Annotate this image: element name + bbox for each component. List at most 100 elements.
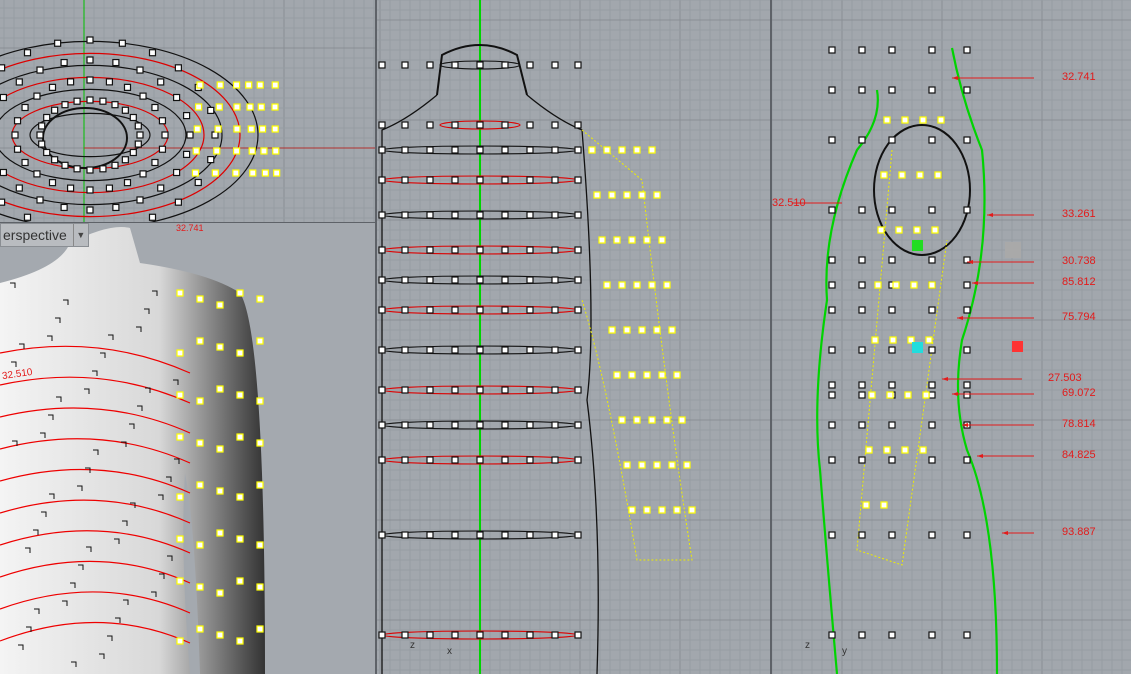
dimension-label: 75.794 [1062, 311, 1096, 323]
control-point [643, 236, 651, 244]
control-point [963, 136, 971, 144]
control-point [633, 146, 641, 154]
control-point [888, 631, 896, 639]
control-point [668, 326, 676, 334]
control-point [451, 146, 459, 154]
control-point [898, 171, 906, 179]
control-point [426, 211, 434, 219]
viewport-title-perspective[interactable]: erspective ▼ [0, 223, 89, 247]
control-point [378, 456, 386, 464]
red-marker[interactable] [1012, 341, 1023, 352]
control-point [598, 236, 606, 244]
control-point [688, 506, 696, 514]
gray-marker[interactable] [1005, 242, 1021, 258]
control-point [247, 125, 255, 133]
viewport-title-text: erspective [3, 227, 67, 243]
control-point [501, 246, 509, 254]
control-point [963, 391, 971, 399]
control-point [888, 531, 896, 539]
control-point [858, 256, 866, 264]
control-point [451, 421, 459, 429]
control-point [176, 289, 184, 297]
control-point [256, 295, 264, 303]
control-point [928, 456, 936, 464]
dimension-label: 32.510 [772, 197, 806, 209]
control-point [928, 631, 936, 639]
control-point [196, 397, 204, 405]
top-viewport[interactable] [0, 0, 375, 222]
control-point [928, 346, 936, 354]
control-point [574, 631, 582, 639]
control-point [256, 439, 264, 447]
control-point [476, 176, 484, 184]
control-point [883, 446, 891, 454]
perspective-viewport[interactable]: erspective ▼ 32.741 32.510 [0, 223, 375, 674]
control-point [648, 146, 656, 154]
right-view-canvas[interactable] [772, 0, 1131, 674]
control-point [271, 81, 279, 89]
control-point [828, 281, 836, 289]
control-point [683, 461, 691, 469]
control-point [61, 161, 69, 169]
control-point [574, 456, 582, 464]
front-view-canvas[interactable] [377, 0, 770, 674]
control-point [426, 346, 434, 354]
control-point [257, 103, 265, 111]
control-point [526, 121, 534, 129]
control-point [86, 166, 94, 174]
control-point [194, 178, 202, 187]
control-point [888, 206, 896, 214]
top-view-canvas[interactable] [0, 0, 375, 222]
dimension-label: 78.814 [1062, 418, 1096, 430]
control-point [86, 206, 94, 214]
control-point [963, 281, 971, 289]
control-point [271, 103, 279, 111]
control-point [426, 276, 434, 284]
control-point [608, 191, 616, 199]
control-point [426, 386, 434, 394]
dimension-label: 69.072 [1062, 387, 1096, 399]
right-viewport[interactable]: 32.741 33.261 30.738 85.812 75.794 27.503 69.0… [772, 0, 1131, 674]
control-point [551, 211, 559, 219]
control-point [888, 346, 896, 354]
control-point [378, 386, 386, 394]
control-point [21, 103, 29, 112]
control-point [23, 213, 32, 221]
control-point [608, 326, 616, 334]
control-point [551, 246, 559, 254]
control-point [526, 211, 534, 219]
arrow-head [1002, 531, 1008, 535]
front-viewport[interactable]: z x [377, 0, 770, 674]
control-point [176, 637, 184, 645]
control-point [23, 49, 32, 57]
control-point [828, 391, 836, 399]
body-section-curve [11, 100, 169, 170]
viewport-divider[interactable] [0, 222, 375, 223]
dimension-label: 84.825 [1062, 449, 1096, 461]
control-point [963, 456, 971, 464]
control-point [233, 125, 241, 133]
control-point [186, 131, 194, 139]
control-point [828, 46, 836, 54]
control-point [868, 391, 876, 399]
triangle-down-icon[interactable]: ▼ [72, 224, 88, 246]
control-point [623, 326, 631, 334]
perspective-view-canvas[interactable] [0, 223, 375, 674]
control-point [176, 535, 184, 543]
control-point [963, 46, 971, 54]
control-point [476, 276, 484, 284]
control-point [176, 391, 184, 399]
green-marker[interactable] [912, 240, 923, 251]
control-point [501, 631, 509, 639]
control-point [476, 121, 484, 129]
control-point [378, 346, 386, 354]
control-point [928, 391, 936, 399]
control-point [476, 61, 484, 69]
control-point [158, 117, 167, 125]
cyan-marker[interactable] [912, 342, 923, 353]
axis-label-z: z [410, 640, 415, 651]
control-point [501, 421, 509, 429]
control-point [643, 506, 651, 514]
control-point [653, 461, 661, 469]
control-point [895, 226, 903, 234]
